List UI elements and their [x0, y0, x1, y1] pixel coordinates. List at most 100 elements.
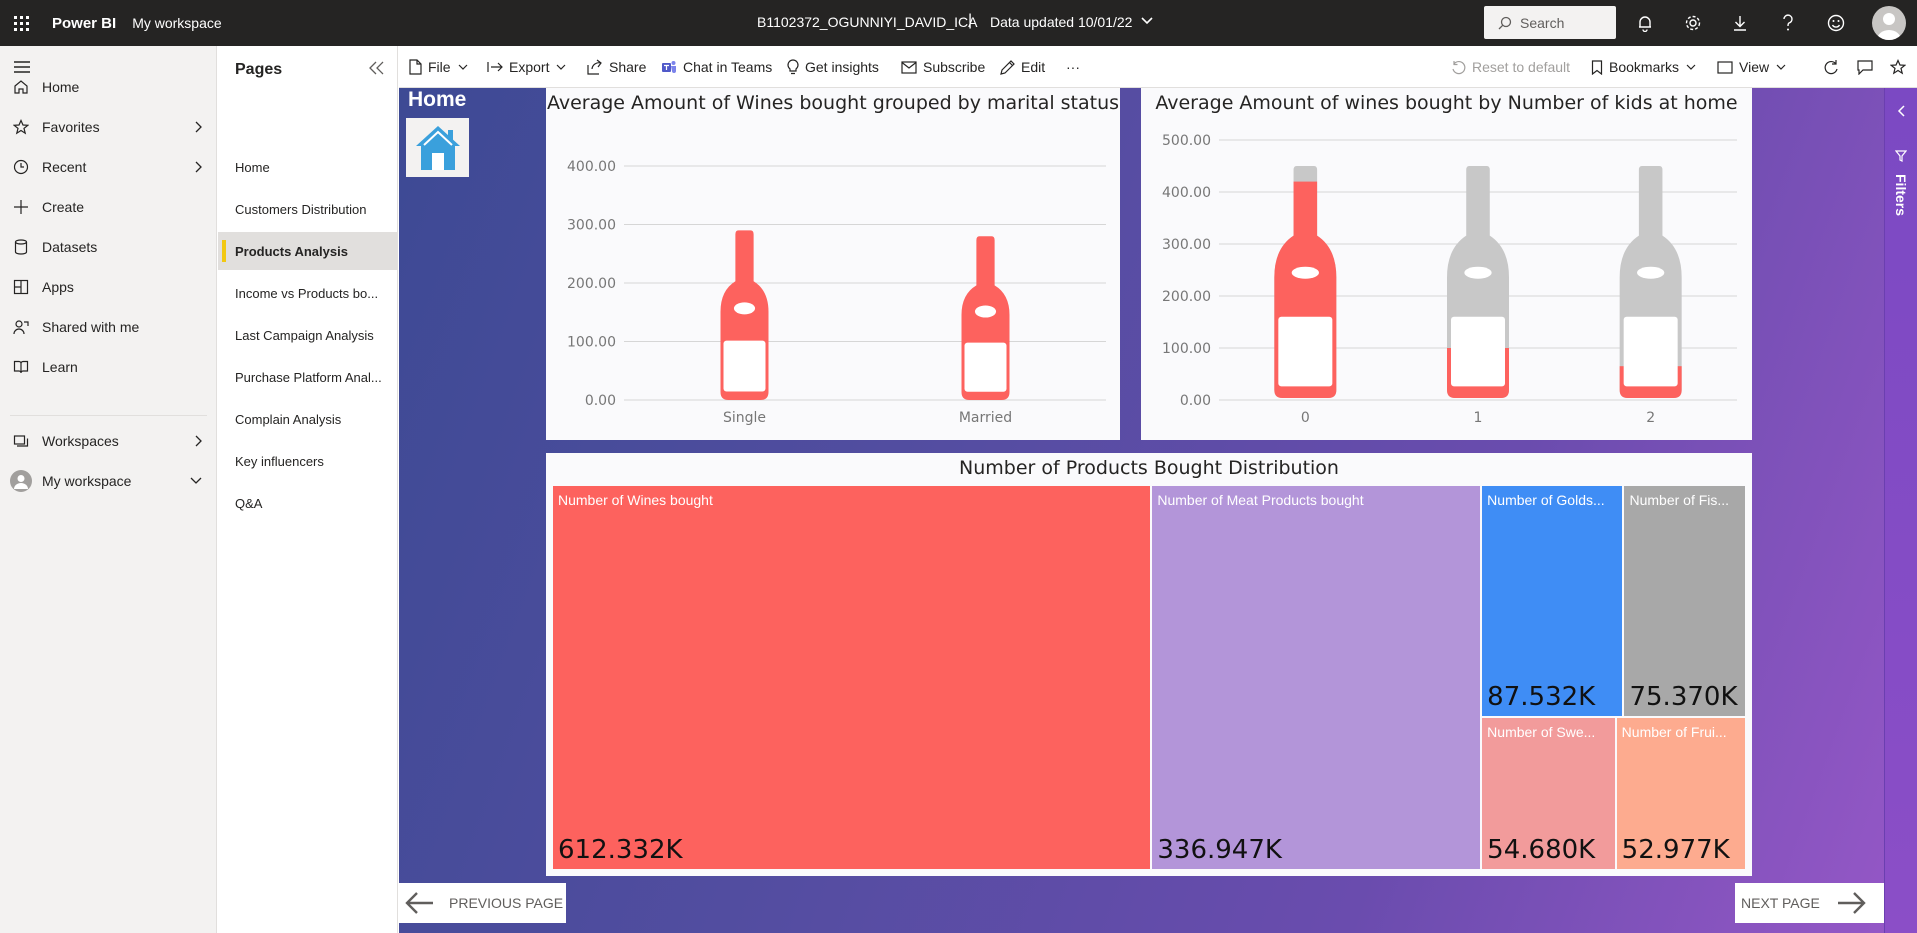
download-icon[interactable]: [1729, 12, 1751, 34]
reset-to-default-button[interactable]: Reset to default: [1451, 46, 1570, 88]
y-tick-label: 400.00: [567, 159, 616, 175]
nav-item-favorites[interactable]: Favorites: [0, 108, 217, 146]
nav-item-home[interactable]: Home: [0, 68, 217, 106]
treemap-cell[interactable]: Number of Frui... 52.977K: [1616, 717, 1745, 869]
page-tab-key-influencers[interactable]: Key influencers: [218, 442, 397, 480]
gear-icon[interactable]: [1682, 12, 1704, 34]
bottle-bar-chart: 0.00 100.00 200.00 300.00 400.00 500.00 0 1 2: [1162, 133, 1737, 426]
chevron-down-icon[interactable]: [1140, 14, 1154, 33]
nav-item-learn[interactable]: Learn: [0, 348, 217, 386]
left-navigation: Home Favorites Recent Create Datasets Ap…: [0, 46, 217, 933]
chevron-left-icon[interactable]: [1895, 104, 1907, 118]
chevron-down-icon[interactable]: [189, 474, 203, 491]
subscribe-label: Subscribe: [923, 59, 986, 75]
x-tick-label: 2: [1646, 410, 1655, 426]
treemap-cell[interactable]: Number of Swe... 54.680K: [1482, 717, 1615, 869]
refresh-button[interactable]: [1823, 46, 1839, 88]
arrow-right-icon: [1837, 892, 1866, 914]
next-page-button[interactable]: NEXT PAGE: [1735, 883, 1884, 923]
chevron-right-icon[interactable]: [193, 120, 203, 137]
bookmarks-menu-button[interactable]: Bookmarks: [1591, 46, 1697, 88]
treemap-cell[interactable]: Number of Golds... 87.532K: [1482, 486, 1623, 716]
data-updated-label[interactable]: Data updated 10/01/22: [990, 14, 1132, 30]
page-tab-products-analysis[interactable]: Products Analysis: [218, 232, 397, 270]
workspace-link[interactable]: My workspace: [132, 15, 221, 31]
y-tick-label: 100.00: [1162, 341, 1211, 357]
bottle-collar: [733, 302, 756, 315]
more-options-button[interactable]: ···: [1066, 46, 1080, 88]
bottle-bar-2[interactable]: [1589, 164, 1713, 402]
nav-item-label: Learn: [42, 359, 78, 375]
edit-button[interactable]: Edit: [1000, 46, 1045, 88]
bottle-collar: [1291, 266, 1319, 279]
treemap-cell[interactable]: Number of Wines bought 612.332K: [553, 486, 1151, 869]
bottle-label: [1623, 316, 1678, 387]
bottle-bar-chart: 0.00 100.00 200.00 300.00 400.00 Single Marrie…: [567, 159, 1106, 426]
comment-button[interactable]: [1857, 46, 1873, 88]
treemap-cell[interactable]: Number of Meat Products bought 336.947K: [1152, 486, 1481, 869]
previous-page-button[interactable]: PREVIOUS PAGE: [399, 883, 566, 923]
y-tick-label: 100.00: [567, 335, 616, 351]
page-tab-home[interactable]: Home: [218, 148, 397, 186]
nav-item-label: Workspaces: [42, 433, 119, 449]
bell-icon[interactable]: [1634, 12, 1656, 34]
edit-label: Edit: [1021, 59, 1046, 75]
share-button[interactable]: Share: [587, 46, 646, 88]
nav-item-my-workspace[interactable]: My workspace: [0, 462, 217, 500]
page-tab-last-campaign-analysis[interactable]: Last Campaign Analysis: [218, 316, 397, 354]
nav-item-datasets[interactable]: Datasets: [0, 228, 217, 266]
chart-wines-by-kids-at-home[interactable]: Average Amount of wines bought by Number…: [1141, 88, 1752, 440]
y-tick-label: 300.00: [567, 218, 616, 234]
page-tab-purchase-platform[interactable]: Purchase Platform Anal...: [218, 358, 397, 396]
file-menu-button[interactable]: File: [409, 46, 469, 88]
collapse-pane-icon[interactable]: [368, 60, 386, 81]
treemap-cell-value: 75.370K: [1629, 681, 1738, 712]
page-tab-qa[interactable]: Q&A: [218, 484, 397, 522]
nav-item-label: Home: [42, 79, 80, 95]
nav-item-label: Datasets: [42, 239, 98, 255]
nav-item-recent[interactable]: Recent: [0, 148, 217, 186]
export-menu-button[interactable]: Export: [487, 46, 567, 88]
home-button[interactable]: [406, 118, 469, 177]
nav-item-label: Create: [42, 199, 85, 215]
chevron-down-icon: [1686, 64, 1696, 70]
nav-item-shared-with-me[interactable]: Shared with me: [0, 308, 217, 346]
app-launcher-icon[interactable]: [0, 0, 42, 46]
bottle-bar-0[interactable]: [1243, 164, 1367, 402]
subscribe-button[interactable]: Subscribe: [901, 46, 985, 88]
treemap-cell[interactable]: Number of Fis... 75.370K: [1624, 486, 1745, 716]
pages-pane: Pages Home Customers Distribution Produc…: [218, 46, 398, 933]
home-label: Home: [408, 88, 467, 111]
nav-item-workspaces[interactable]: Workspaces: [0, 422, 217, 460]
feedback-smiley-icon[interactable]: [1825, 12, 1847, 34]
favorite-button[interactable]: [1890, 46, 1906, 88]
y-tick-label: 300.00: [1162, 237, 1211, 253]
pencil-icon: [1000, 59, 1015, 75]
user-avatar[interactable]: [1872, 6, 1906, 40]
page-tab-complain-analysis[interactable]: Complain Analysis: [218, 400, 397, 438]
chevron-down-icon: [1776, 64, 1786, 70]
report-toolbar: File Export Share Chat in Teams Get insi…: [399, 46, 1917, 88]
chart-wines-by-marital-status[interactable]: Average Amount of Wines bought grouped b…: [546, 88, 1120, 440]
chevron-right-icon[interactable]: [193, 160, 203, 177]
help-icon[interactable]: [1777, 12, 1799, 34]
get-insights-button[interactable]: Get insights: [787, 46, 879, 88]
brand-name[interactable]: Power BI: [52, 15, 116, 32]
database-icon: [0, 239, 42, 255]
search-input[interactable]: Search: [1484, 6, 1616, 39]
bottle-bar-1[interactable]: [1416, 164, 1540, 402]
bottle-collar: [1637, 266, 1665, 279]
treemap-products-bought[interactable]: Number of Products Bought Distribution N…: [546, 453, 1752, 876]
chevron-right-icon[interactable]: [193, 434, 203, 451]
home-icon: [0, 79, 42, 95]
page-tab-income-vs-products[interactable]: Income vs Products bo...: [218, 274, 397, 312]
treemap-cell-label: Number of Frui...: [1621, 723, 1727, 740]
view-menu-button[interactable]: View: [1717, 46, 1787, 88]
page-tab-customers-distribution[interactable]: Customers Distribution: [218, 190, 397, 228]
filters-pane[interactable]: Filters: [1884, 88, 1917, 933]
nav-item-apps[interactable]: Apps: [0, 268, 217, 306]
chat-in-teams-button[interactable]: Chat in Teams: [661, 46, 772, 88]
nav-item-create[interactable]: Create: [0, 188, 217, 226]
house-icon: [415, 125, 460, 170]
treemap-cell-label: Number of Fis...: [1629, 492, 1730, 508]
